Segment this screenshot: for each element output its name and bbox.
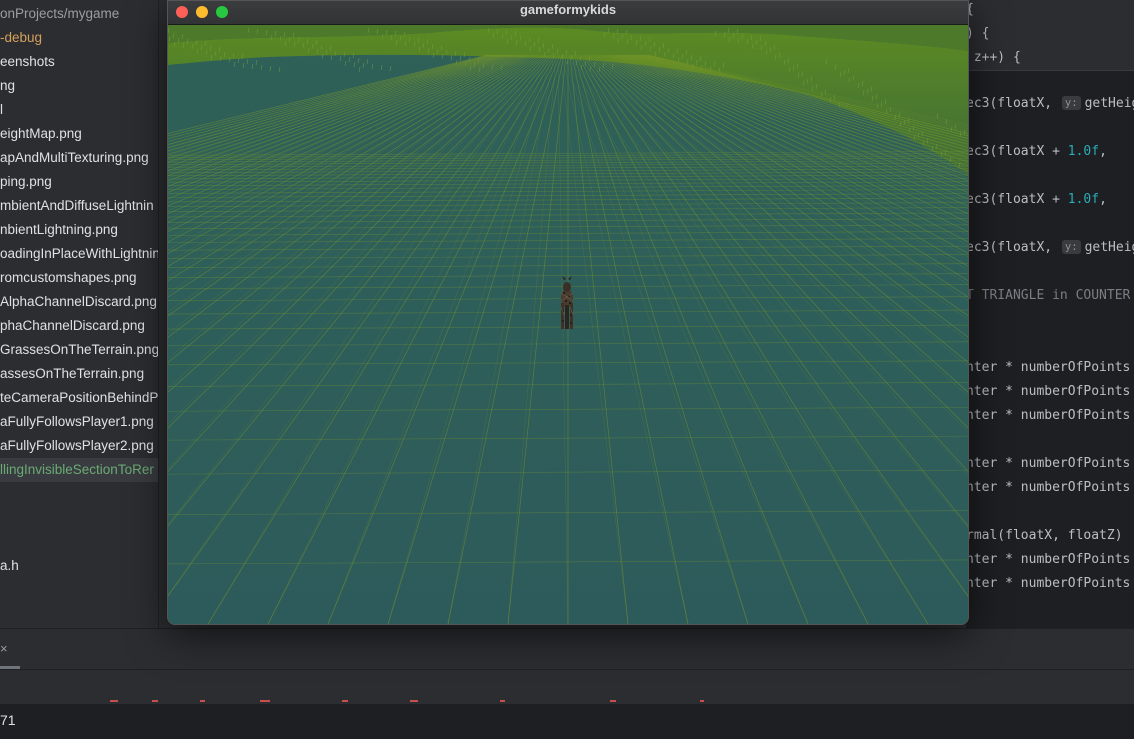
code-number: 1.0f — [1067, 144, 1100, 159]
tree-item[interactable]: aFullyFollowsPlayer1.png — [0, 410, 158, 434]
code-text: , — [1099, 144, 1115, 159]
code-line: T TRIANGLE in COUNTER — [966, 284, 1130, 308]
tree-item[interactable]: apAndMultiTexturing.png — [0, 146, 158, 170]
tree-item[interactable]: a.h — [0, 554, 158, 578]
code-text: ec3(floatX, — [966, 240, 1060, 255]
code-line: nter * numberOfPoints — [966, 360, 1131, 375]
console-error-line-fragment — [110, 700, 720, 704]
error-mark — [152, 700, 158, 702]
tree-item[interactable]: GrassesOnTheTerrain.png — [0, 338, 158, 362]
error-mark — [610, 700, 616, 702]
code-text: ec3(floatX + — [966, 144, 1068, 159]
bottom-tool-window: × 71 — [0, 628, 1134, 739]
code-line: ec3(floatX, y: getHeig — [966, 92, 1134, 116]
code-line: nter * numberOfPoints — [966, 456, 1131, 471]
code-text: getHeig — [1084, 240, 1134, 255]
code-number: 1.0f — [1067, 192, 1100, 207]
inlay-hint: y: — [1061, 96, 1081, 110]
code-line: rmal(floatX, floatZ) — [966, 528, 1123, 543]
console-output — [0, 704, 1134, 739]
error-mark — [500, 700, 505, 702]
close-icon[interactable]: × — [0, 640, 14, 658]
error-mark — [110, 700, 118, 702]
code-text: getHeig — [1084, 96, 1134, 111]
tree-item[interactable]: oadingInPlaceWithLightnin — [0, 242, 158, 266]
window-title: gameformykids — [519, 2, 617, 17]
tree-item[interactable]: mbientAndDiffuseLightnin — [0, 194, 158, 218]
tree-item[interactable]: assesOnTheTerrain.png — [0, 362, 158, 386]
tree-item[interactable]: ping.png — [0, 170, 158, 194]
code-text: , — [1099, 192, 1115, 207]
code-line: nter * numberOfPoints — [966, 552, 1131, 567]
game-window[interactable]: gameformykids — [167, 0, 969, 625]
error-mark — [342, 700, 348, 702]
code-editor[interactable]: { ) { z++) { ec3(floatX, y: getHeig ec3(fl… — [966, 0, 1134, 628]
tree-item[interactable]: ng — [0, 74, 158, 98]
code-line: nter * numberOfPoints — [966, 384, 1131, 399]
tree-item[interactable]: phaChannelDiscard.png — [0, 314, 158, 338]
tree-item[interactable]: romcustomshapes.png — [0, 266, 158, 290]
code-comment: T TRIANGLE in COUNTER — [966, 288, 1131, 303]
tree-item[interactable]: aFullyFollowsPlayer2.png — [0, 434, 158, 458]
code-line: ec3(floatX + 1.0f, — [966, 140, 1115, 164]
game-viewport[interactable] — [168, 25, 968, 624]
project-tree: onProjects/mygame -debug eenshots ng l eightM… — [0, 0, 159, 628]
code-line: ec3(floatX + 1.0f, — [966, 188, 1115, 212]
tree-item[interactable]: -debug — [0, 26, 158, 50]
code-line: ec3(floatX, y: getHeig — [966, 236, 1134, 260]
tree-item[interactable]: nbientLightning.png — [0, 218, 158, 242]
tree-item[interactable]: teCameraPositionBehindP — [0, 386, 158, 410]
sticky-line: z++) { — [966, 50, 1021, 65]
error-mark — [260, 700, 270, 702]
error-mark — [700, 700, 704, 702]
window-titlebar[interactable]: gameformykids — [168, 1, 968, 25]
error-mark — [410, 700, 418, 702]
tree-item[interactable]: AlphaChannelDiscard.png — [0, 290, 158, 314]
tree-item[interactable]: onProjects/mygame — [0, 2, 158, 26]
editor-sticky-header: { ) { z++) { — [966, 0, 1134, 71]
tree-item[interactable]: eightMap.png — [0, 122, 158, 146]
inlay-hint: y: — [1061, 240, 1081, 254]
code-line: nter * numberOfPoints — [966, 480, 1131, 495]
code-text: ec3(floatX + — [966, 192, 1068, 207]
tree-item[interactable]: eenshots — [0, 50, 158, 74]
error-mark — [200, 700, 205, 702]
code-line: nter * numberOfPoints — [966, 576, 1131, 591]
sticky-line: ) { — [966, 26, 990, 41]
tree-item[interactable]: llingInvisibleSectionToRer — [0, 458, 158, 482]
code-line: nter * numberOfPoints — [966, 408, 1131, 423]
tree-item[interactable]: l — [0, 98, 158, 122]
code-text: ec3(floatX, — [966, 96, 1060, 111]
console-text: 71 — [0, 712, 16, 728]
panel-divider — [0, 669, 1134, 670]
